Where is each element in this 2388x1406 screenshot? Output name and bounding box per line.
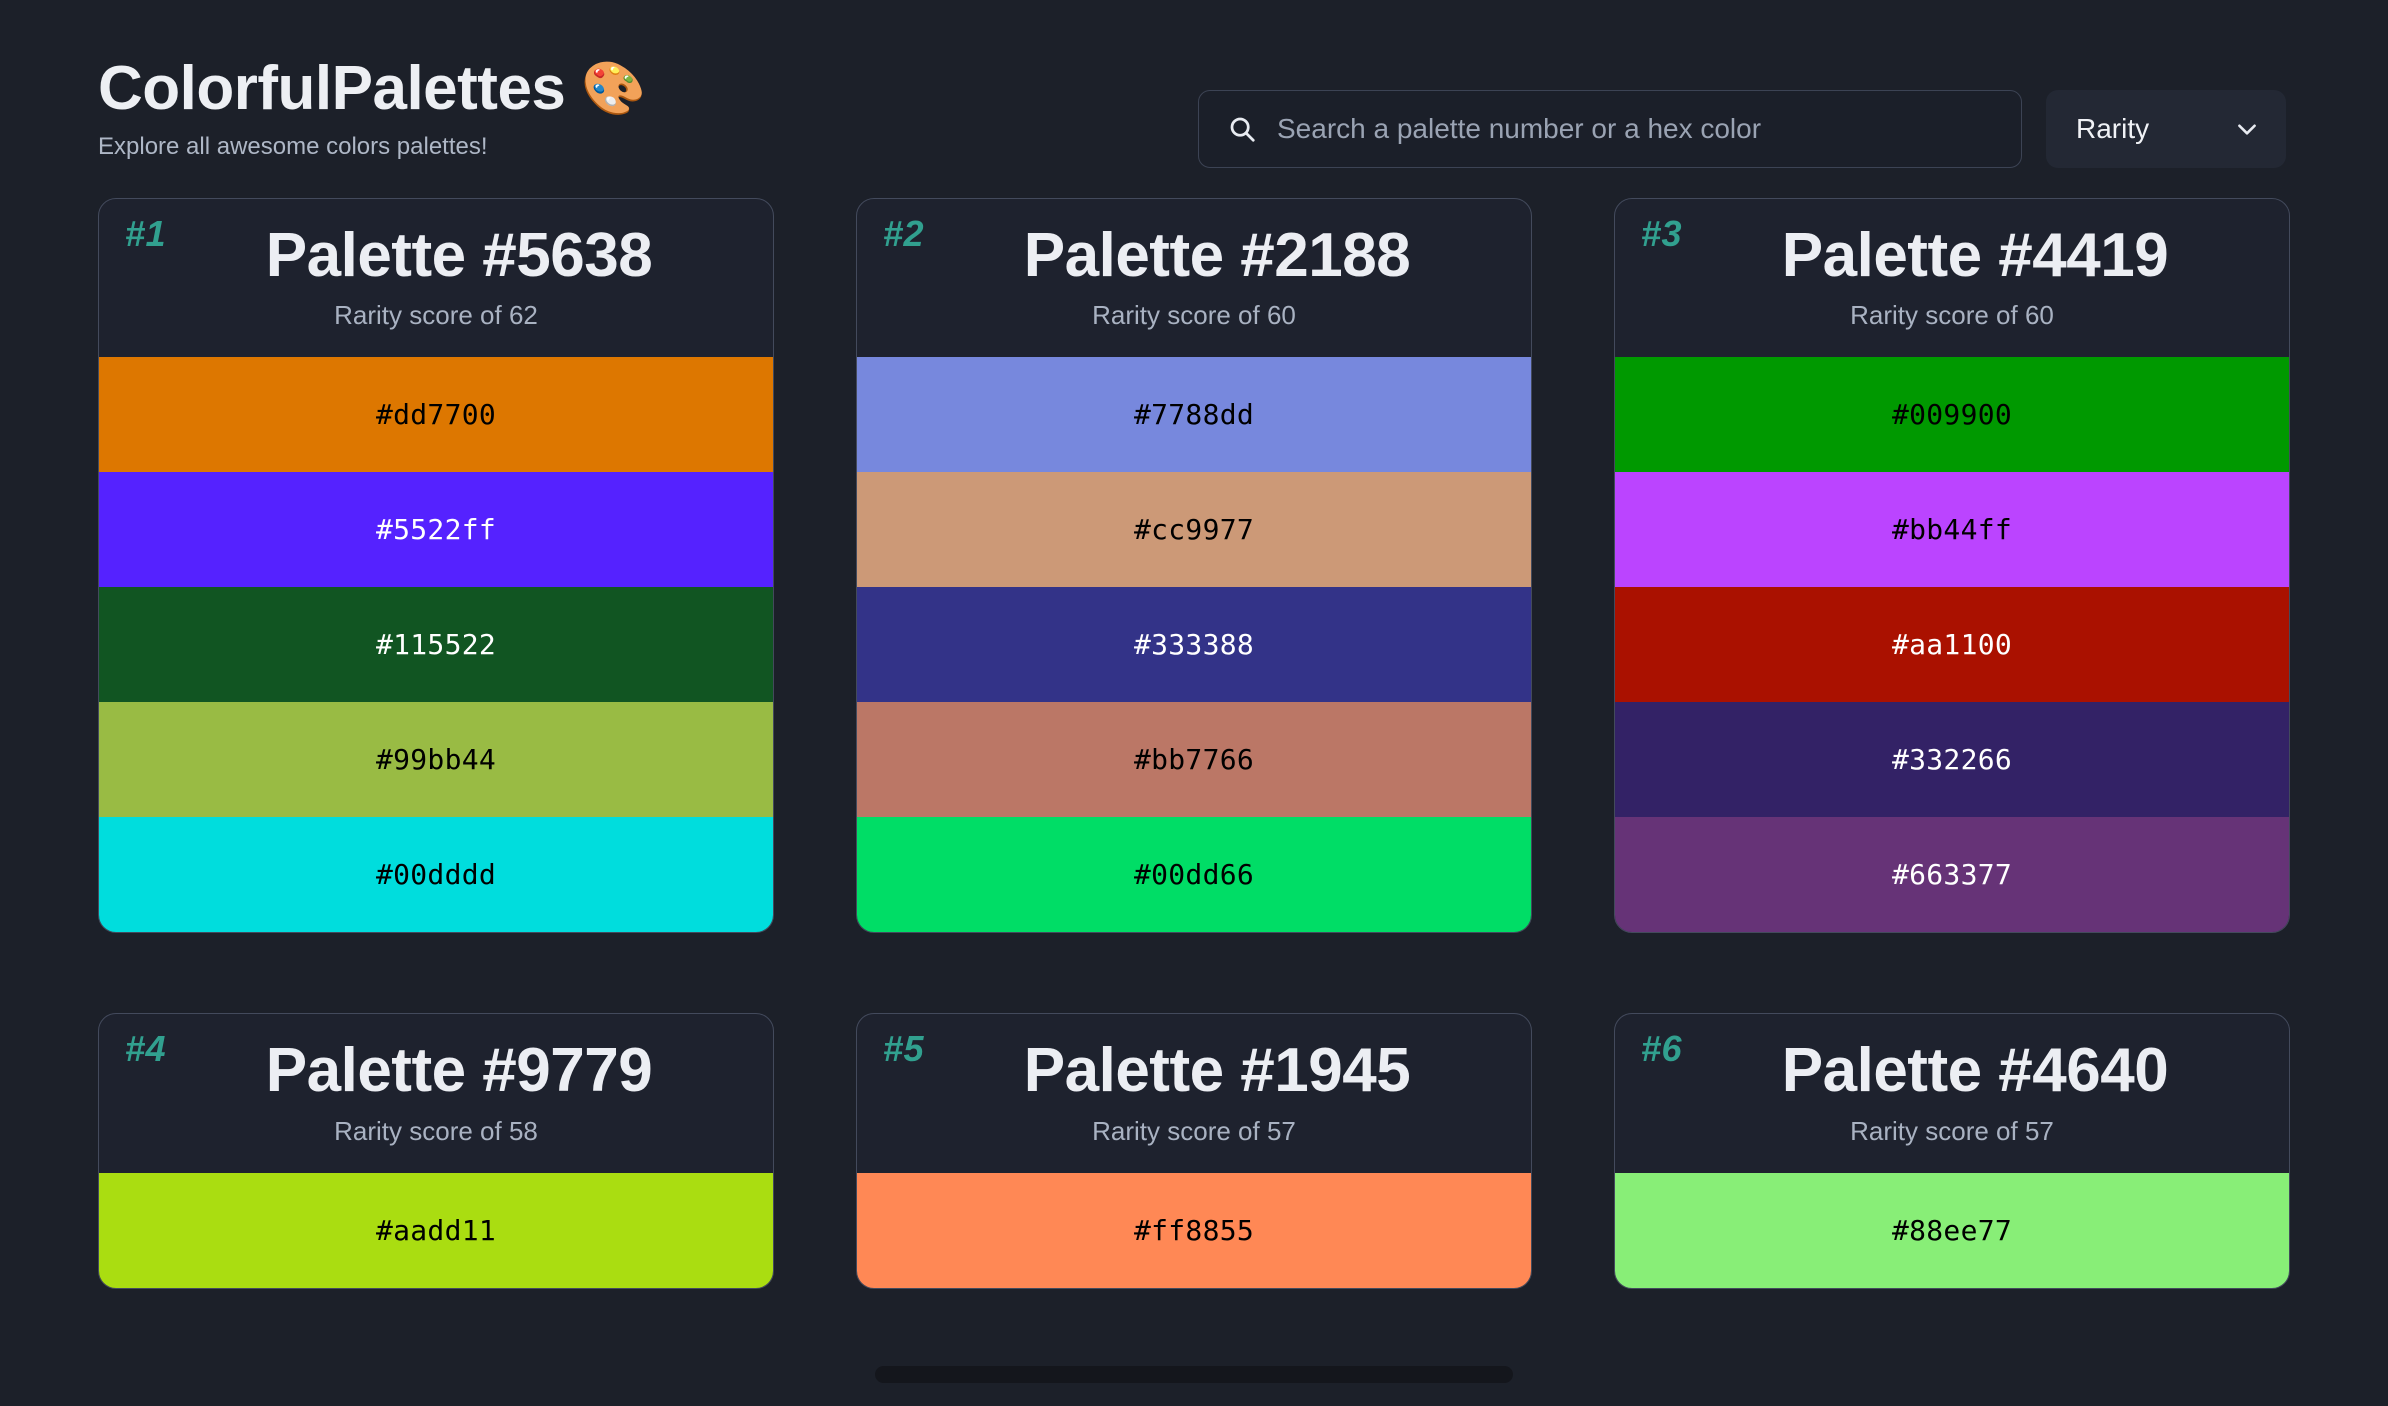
color-swatch[interactable]: #bb7766: [857, 702, 1531, 818]
palette-title: Palette #4640: [1781, 1036, 2169, 1106]
palette-rarity-score: Rarity score of 57: [1850, 1115, 2054, 1146]
palette-rank-badge: #5: [883, 1028, 925, 1070]
color-swatch[interactable]: #115522: [99, 587, 773, 703]
brand-title-text: ColorfulPalettes: [98, 54, 566, 123]
color-swatch[interactable]: #332266: [1615, 702, 2289, 818]
palette-card[interactable]: #2 Palette #2188 Rarity score of 60 #7788dd…: [856, 198, 1532, 934]
color-swatch[interactable]: #00dd66: [857, 817, 1531, 933]
color-swatch[interactable]: #7788dd: [857, 357, 1531, 473]
palette-rank-badge: #4: [125, 1028, 167, 1070]
palette-swatch-list: #aadd11: [99, 1172, 773, 1288]
palette-swatch-list: #ff8855: [857, 1172, 1531, 1288]
color-swatch[interactable]: #aadd11: [99, 1172, 773, 1288]
palette-card-header: #2 Palette #2188 Rarity score of 60: [857, 199, 1531, 357]
palette-rarity-score: Rarity score of 57: [1092, 1115, 1296, 1146]
color-swatch[interactable]: #5522ff: [99, 472, 773, 588]
search-icon: [1230, 117, 1255, 142]
page-header: ColorfulPalettes 🎨 Explore all awesome c…: [0, 0, 2388, 198]
page-title: ColorfulPalettes 🎨: [98, 56, 646, 121]
palette-title: Palette #9779: [265, 1036, 653, 1106]
palette-card[interactable]: #3 Palette #4419 Rarity score of 60 #009900…: [1614, 198, 2290, 934]
palette-card-header: #6 Palette #4640 Rarity score of 57: [1615, 1014, 2289, 1172]
color-swatch[interactable]: #ff8855: [857, 1172, 1531, 1288]
palette-card-header: #3 Palette #4419 Rarity score of 60: [1615, 199, 2289, 357]
color-swatch[interactable]: #cc9977: [857, 472, 1531, 588]
search-input[interactable]: [1277, 113, 1993, 145]
palette-rank-badge: #1: [125, 213, 167, 254]
color-swatch[interactable]: #aa1100: [1615, 587, 2289, 703]
palette-card-header: #1 Palette #5638 Rarity score of 62: [99, 199, 773, 357]
palette-card[interactable]: #6 Palette #4640 Rarity score of 57 #88ee77: [1614, 1013, 2290, 1289]
palette-swatch-list: #88ee77: [1615, 1172, 2289, 1288]
color-swatch[interactable]: #dd7700: [99, 357, 773, 473]
color-swatch[interactable]: #663377: [1615, 817, 2289, 933]
palette-grid: #1 Palette #5638 Rarity score of 62 #dd7700…: [0, 198, 2388, 1289]
palette-swatch-list: #dd7700 #5522ff #115522 #99bb44 #00dddd: [99, 357, 773, 933]
palette-card-header: #4 Palette #9779 Rarity score of 58: [99, 1014, 773, 1172]
palette-title: Palette #5638: [265, 221, 653, 290]
color-swatch[interactable]: #333388: [857, 587, 1531, 703]
palette-card[interactable]: #5 Palette #1945 Rarity score of 57 #ff8855: [856, 1013, 1532, 1289]
page-subtitle: Explore all awesome colors palettes!: [98, 133, 488, 161]
palette-swatch-list: #009900 #bb44ff #aa1100 #332266 #663377: [1615, 357, 2289, 933]
palette-rarity-score: Rarity score of 60: [1092, 300, 1296, 331]
palette-rank-badge: #3: [1641, 213, 1683, 254]
palette-card[interactable]: #1 Palette #5638 Rarity score of 62 #dd7700…: [98, 198, 774, 934]
palette-title: Palette #1945: [1023, 1036, 1411, 1106]
color-swatch[interactable]: #88ee77: [1615, 1172, 2289, 1288]
palette-rarity-score: Rarity score of 60: [1850, 300, 2054, 331]
palette-rank-badge: #6: [1641, 1028, 1683, 1070]
palette-title: Palette #4419: [1781, 221, 2169, 290]
palette-swatch-list: #7788dd #cc9977 #333388 #bb7766 #00dd66: [857, 357, 1531, 933]
search-bar[interactable]: [1198, 90, 2022, 168]
color-swatch[interactable]: #bb44ff: [1615, 472, 2289, 588]
palette-rarity-score: Rarity score of 62: [334, 300, 538, 331]
color-swatch[interactable]: #00dddd: [99, 817, 773, 933]
palette-card-header: #5 Palette #1945 Rarity score of 57: [857, 1014, 1531, 1172]
color-swatch[interactable]: #009900: [1615, 357, 2289, 473]
palette-emoji-icon: 🎨: [581, 59, 646, 118]
palette-card[interactable]: #4 Palette #9779 Rarity score of 58 #aadd11: [98, 1013, 774, 1289]
sort-dropdown[interactable]: Rarity: [2046, 90, 2286, 168]
sort-dropdown-label: Rarity: [2076, 113, 2150, 144]
color-swatch[interactable]: #99bb44: [99, 702, 773, 818]
palette-rarity-score: Rarity score of 58: [334, 1115, 538, 1146]
palette-title: Palette #2188: [1023, 221, 1411, 290]
brand-block: ColorfulPalettes 🎨 Explore all awesome c…: [98, 56, 646, 161]
palette-rank-badge: #2: [883, 213, 925, 254]
horizontal-scrollbar[interactable]: [875, 1366, 1513, 1383]
chevron-down-icon: [2238, 124, 2256, 135]
